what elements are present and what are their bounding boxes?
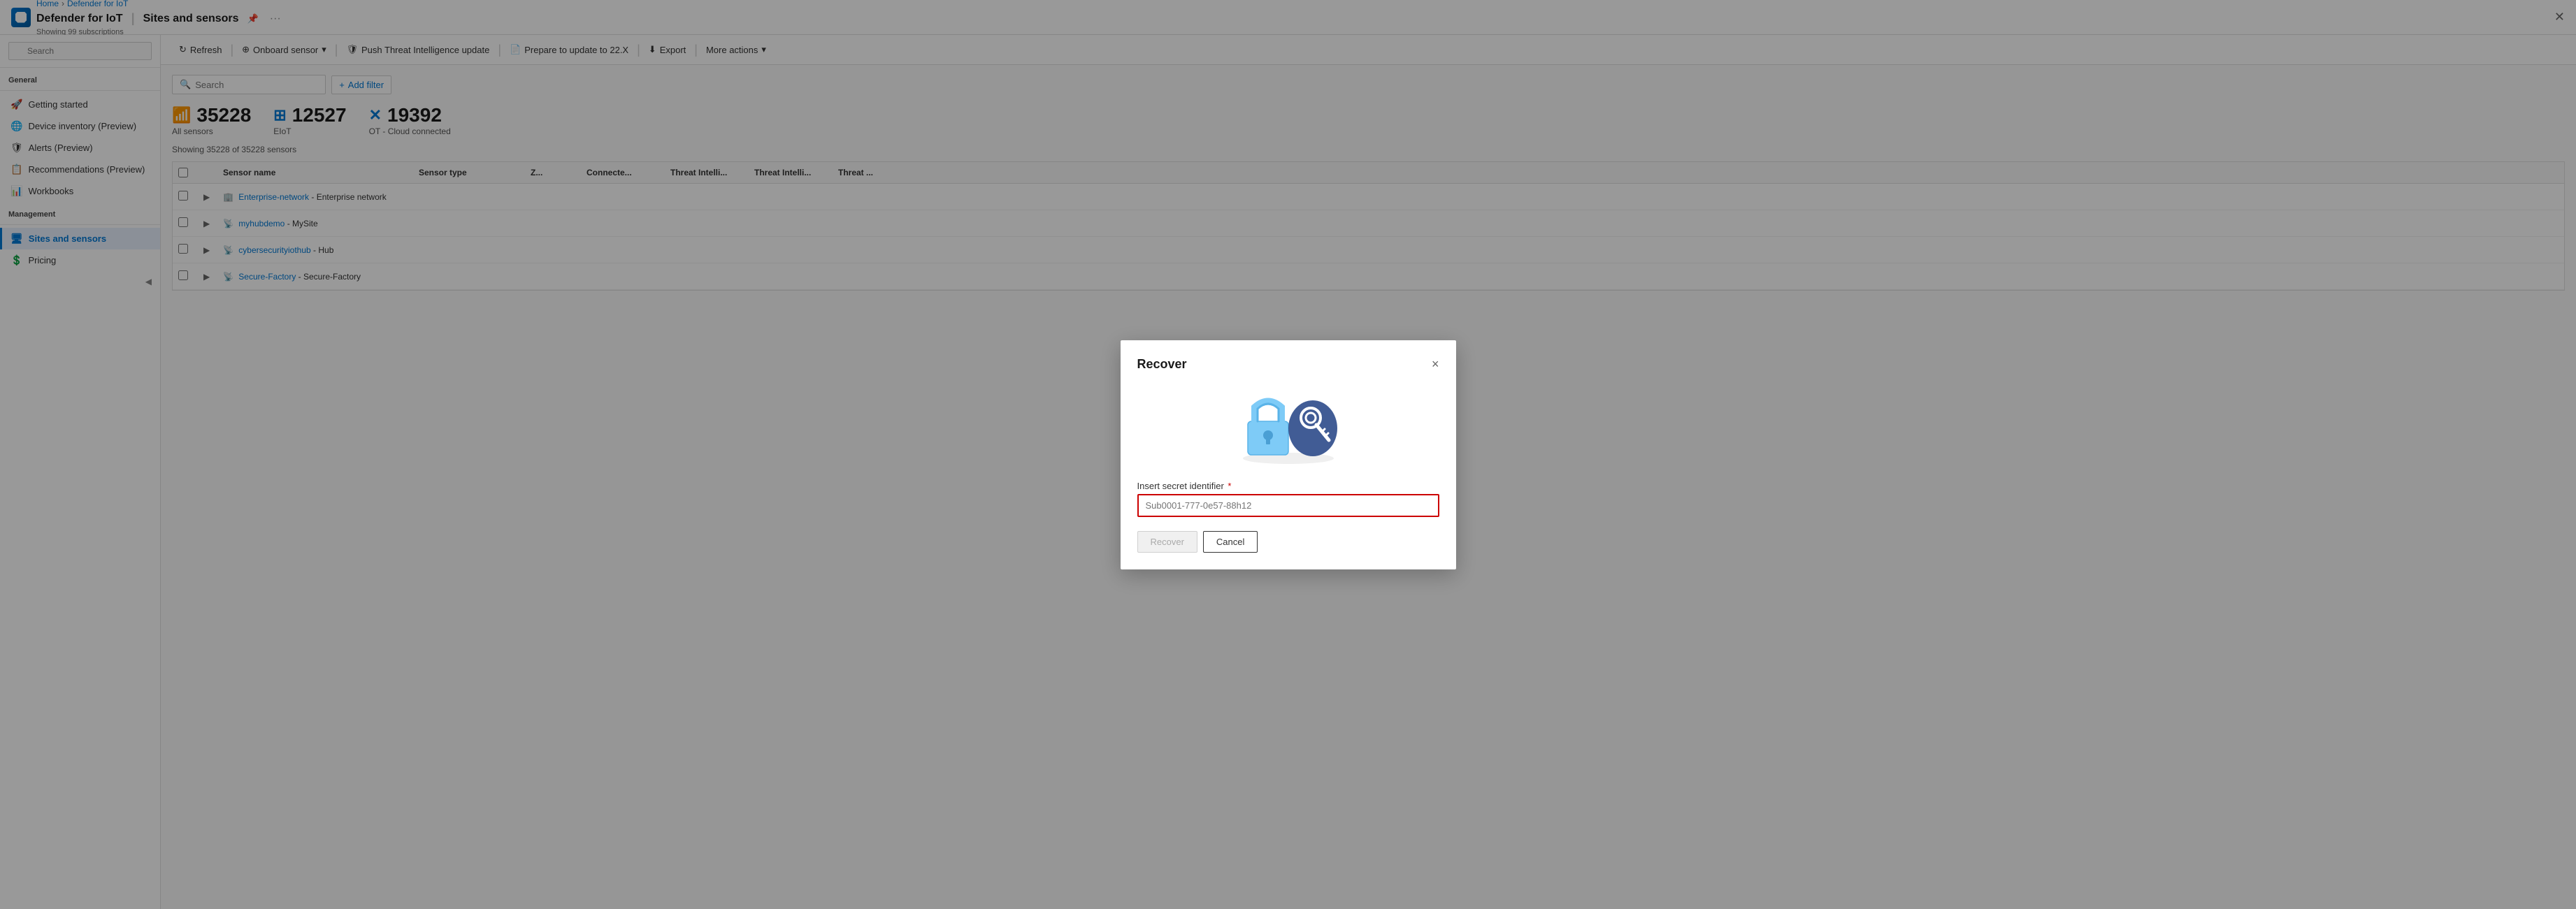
dialog-field-required: *: [1228, 481, 1231, 491]
dialog-close-button[interactable]: ×: [1432, 357, 1439, 372]
recover-dialog: Recover ×: [1121, 340, 1456, 569]
dialog-field-text: Insert secret identifier: [1137, 481, 1224, 491]
dialog-actions: Recover Cancel: [1137, 531, 1439, 553]
dialog-illustration: [1137, 383, 1439, 467]
dialog-header: Recover ×: [1137, 357, 1439, 372]
dialog-field-label: Insert secret identifier *: [1137, 481, 1439, 491]
secret-identifier-input[interactable]: [1137, 494, 1439, 517]
dialog-title: Recover: [1137, 357, 1187, 372]
lock-key-svg: [1232, 383, 1344, 467]
recover-button[interactable]: Recover: [1137, 531, 1197, 553]
modal-overlay: Recover ×: [0, 0, 2576, 909]
cancel-button[interactable]: Cancel: [1203, 531, 1258, 553]
